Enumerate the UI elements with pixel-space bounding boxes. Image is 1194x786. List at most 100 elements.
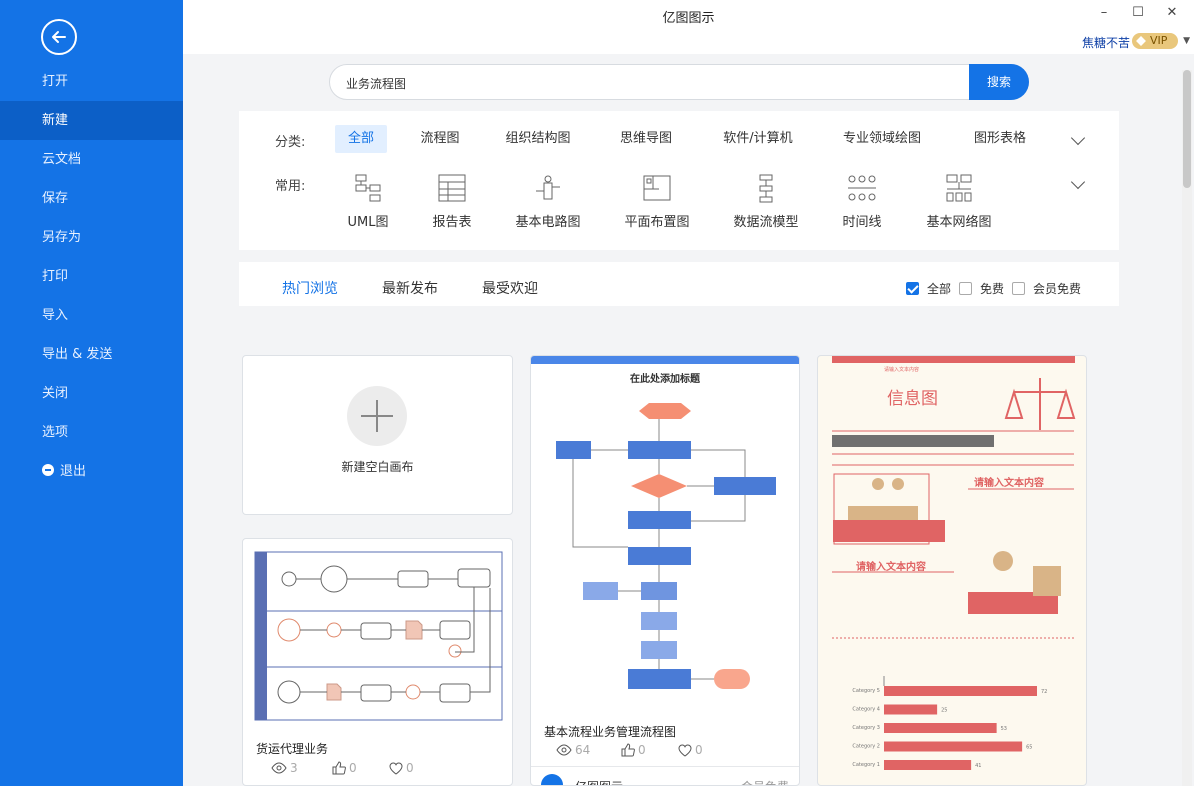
category-chip[interactable]: 图形表格 [955,125,1045,153]
chart-category-label: Category 1 [852,762,880,768]
template-card[interactable]: 货运代理业务 3 0 0 [242,538,513,786]
report-table-icon [438,174,466,202]
category-chip[interactable]: 流程图 [407,125,473,153]
chart-category-label: Category 2 [852,744,880,750]
sidebar-item[interactable]: 关闭 [0,374,183,413]
search-input[interactable]: 业务流程图 [346,75,406,92]
common-category-label: 平面布置图 [624,215,690,230]
dataflow-icon [759,174,773,203]
sidebar-item[interactable]: 打开 [0,62,183,101]
checkbox-icon[interactable] [906,282,919,295]
filter-free[interactable]: 免费 [959,280,1004,297]
category-chip[interactable]: 思维导图 [607,125,685,153]
chart-category-label: Category 5 [852,688,880,694]
template-card[interactable]: 在此处添加标题 基本流程业务管理流程图 64 0 0 [530,355,800,786]
common-category-label: 基本网络图 [926,215,992,230]
chart-value-label: 72 [1041,689,1047,695]
sidebar-item[interactable]: 云文档 [0,140,183,179]
vip-badge[interactable]: VIP [1132,33,1178,49]
filter-label: 全部 [927,282,952,296]
sidebar-item-label: 导入 [42,308,69,323]
views-stat: 3 [271,761,298,775]
sidebar-item[interactable]: 导出 & 发送 [0,335,183,374]
sidebar-item[interactable]: 导入 [0,296,183,335]
filter-member-free[interactable]: 会员免费 [1012,280,1081,297]
tab-favorite[interactable]: 最受欢迎 [482,278,538,298]
category-chip[interactable]: 专业领域绘图 [827,125,937,153]
user-name[interactable]: 焦糖不苦 [1082,34,1130,51]
common-category-item[interactable]: 时间线 [817,173,907,230]
exit-icon [42,464,54,476]
favorites-count: 0 [695,743,703,757]
sidebar-item-label: 退出 [60,464,87,479]
likes-stat[interactable]: 0 [332,761,357,775]
template-card[interactable]: 信息图 请输入文本内容 请输入文本内容 请输入文本内容 Category 5 72… [817,355,1087,786]
scrollbar-thumb[interactable] [1183,70,1191,188]
common-category-label: 数据流模型 [733,215,799,230]
common-category-label: 时间线 [842,215,882,230]
category-chip[interactable]: 全部 [335,125,387,153]
common-category-item[interactable]: 基本网络图 [914,173,1004,230]
chart-bar [884,704,938,715]
heart-icon [678,743,692,757]
tab-popular[interactable]: 热门浏览 [282,278,338,298]
filter-all[interactable]: 全部 [906,280,951,297]
sidebar-item[interactable]: 新建 [0,101,183,140]
common-category-item[interactable]: UML图 [323,173,413,230]
category-chip[interactable]: 软件/计算机 [708,125,808,153]
back-button[interactable] [41,19,77,55]
chart-bar [884,723,997,733]
common-category-item[interactable]: 数据流模型 [721,173,811,230]
heart-icon [389,761,403,775]
common-category-item[interactable]: 平面布置图 [612,173,702,230]
views-stat: 64 [556,743,590,757]
price-tag: 会员免费 [741,778,789,785]
chart-bar [884,760,972,770]
sidebar-item[interactable]: 打印 [0,257,183,296]
timeline-icon [848,175,876,201]
category-chip[interactable]: 组织结构图 [493,125,583,153]
thumbs-up-icon [621,743,635,757]
sidebar-item-label: 新建 [42,113,69,128]
common-category-item[interactable]: 报告表 [407,173,497,230]
tab-latest[interactable]: 最新发布 [382,278,438,298]
title-bar: 亿图图示 – ☐ ✕ 焦糖不苦 VIP ▼ [183,0,1194,54]
sidebar-item-label: 选项 [42,425,69,440]
search-button[interactable]: 搜索 [969,64,1029,100]
common-category-label: 报告表 [432,215,472,230]
chart-value-label: 25 [941,708,947,714]
new-blank-card[interactable]: 新建空白画布 [242,355,513,515]
chart-value-label: 53 [1001,726,1007,732]
sidebar-item[interactable]: 选项 [0,413,183,452]
sidebar-item[interactable]: 保存 [0,179,183,218]
chevron-down-icon[interactable] [1070,174,1086,190]
chevron-down-icon[interactable]: ▼ [1183,36,1190,46]
author-avatar [541,774,563,785]
sidebar-item-label: 另存为 [42,230,82,245]
new-blank-label: 新建空白画布 [341,460,414,474]
diagram-heading: 在此处添加标题 [630,374,700,385]
checkbox-icon[interactable] [1012,282,1025,295]
filter-label: 免费 [980,282,1005,296]
common-category-item[interactable]: 基本电路图 [503,173,593,230]
swimlane-thumbnail [254,551,503,721]
favorites-stat[interactable]: 0 [389,761,414,775]
likes-count: 0 [349,761,357,775]
views-count: 64 [575,743,591,757]
scrollbar[interactable] [1182,70,1192,786]
arrow-left-icon [52,31,66,43]
infographic-heading: 请输入文本内容 [856,562,926,573]
chart-category-label: Category 3 [852,725,880,731]
category-label: 分类: [275,135,306,150]
chevron-down-icon[interactable] [1070,130,1086,146]
search-bar: 业务流程图 搜索 [329,64,1029,100]
sidebar-item[interactable]: 退出 [0,452,183,491]
sidebar-item-label: 打开 [42,74,69,89]
maximize-button[interactable]: ☐ [1128,5,1148,20]
checkbox-icon[interactable] [959,282,972,295]
close-button[interactable]: ✕ [1162,5,1182,20]
likes-stat[interactable]: 0 [621,743,646,757]
favorites-stat[interactable]: 0 [678,743,703,757]
sidebar-item[interactable]: 另存为 [0,218,183,257]
minimize-button[interactable]: – [1094,5,1114,20]
